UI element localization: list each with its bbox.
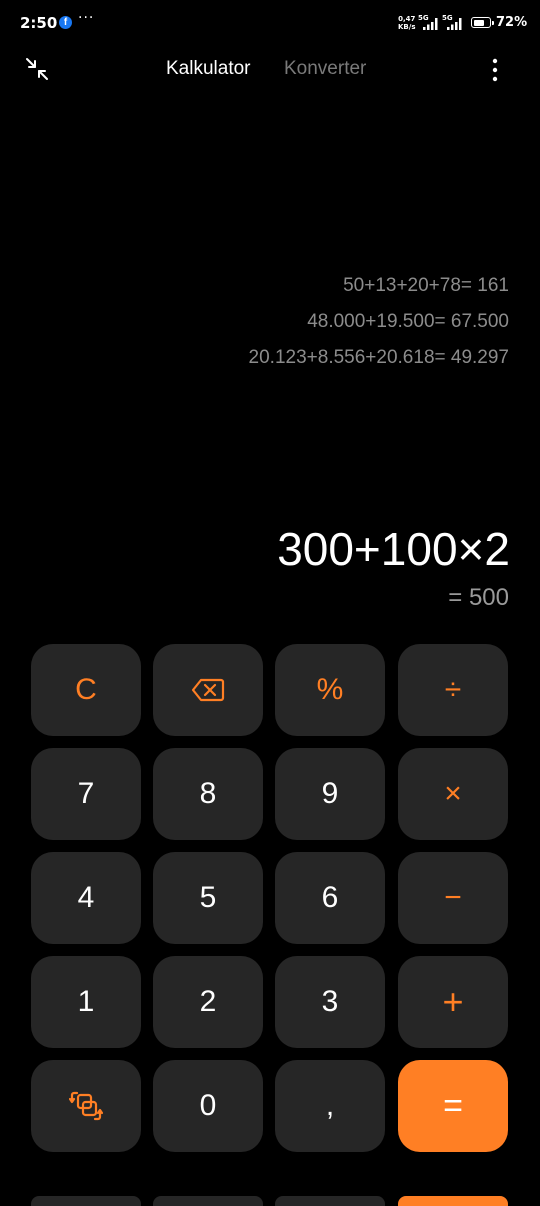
divide-button[interactable]: ÷ — [398, 644, 508, 736]
digit-0-button[interactable]: 0 — [153, 1060, 263, 1152]
calculation-history: 50+13+20+78= 161 48.000+19.500= 67.500 2… — [249, 270, 509, 378]
signal-bars-icon — [423, 18, 438, 30]
battery-percent: 72% — [496, 15, 528, 30]
facebook-notification-icon: f — [59, 16, 72, 29]
more-notifications-icon: ··· — [78, 10, 95, 26]
digit-5-button[interactable]: 5 — [153, 852, 263, 944]
decimal-comma-button[interactable]: , — [275, 1060, 385, 1152]
more-vertical-icon — [492, 58, 498, 82]
tab-kalkulator[interactable]: Kalkulator — [166, 58, 251, 80]
battery-icon — [471, 17, 494, 28]
status-bar: 2:50 f ··· 0,47 KB/s 5G 5G 72% — [0, 0, 540, 46]
battery-fill — [473, 19, 484, 26]
digit-8-button[interactable]: 8 — [153, 748, 263, 840]
digit-3-button[interactable]: 3 — [275, 956, 385, 1048]
peek-key — [31, 1196, 141, 1206]
subtract-button[interactable]: − — [398, 852, 508, 944]
add-button[interactable]: + — [398, 956, 508, 1048]
digit-2-button[interactable]: 2 — [153, 956, 263, 1048]
keypad-next-row-peek — [0, 1190, 540, 1206]
status-time: 2:50 — [20, 14, 58, 32]
peek-key — [153, 1196, 263, 1206]
minimize-arrows-icon — [26, 58, 48, 80]
equals-button[interactable]: = — [398, 1060, 508, 1152]
network-speed-unit: KB/s — [398, 23, 416, 31]
backspace-icon — [191, 678, 225, 702]
swap-mode-button[interactable] — [31, 1060, 141, 1152]
digit-4-button[interactable]: 4 — [31, 852, 141, 944]
signal-strength-icon: 5G — [418, 14, 442, 30]
more-options-button[interactable] — [480, 54, 510, 86]
history-item[interactable]: 50+13+20+78= 161 — [249, 270, 509, 306]
network-speed: 0,47 KB/s — [398, 15, 415, 31]
digit-6-button[interactable]: 6 — [275, 852, 385, 944]
signal-bars-icon-2 — [447, 18, 462, 30]
digit-1-button[interactable]: 1 — [31, 956, 141, 1048]
backspace-button[interactable] — [153, 644, 263, 736]
app-header: Kalkulator Konverter — [0, 46, 540, 94]
peek-key — [398, 1196, 508, 1206]
tab-konverter[interactable]: Konverter — [284, 58, 366, 80]
digit-7-button[interactable]: 7 — [31, 748, 141, 840]
multiply-button[interactable]: × — [398, 748, 508, 840]
history-item[interactable]: 20.123+8.556+20.618= 49.297 — [249, 342, 509, 378]
clear-button[interactable]: C — [31, 644, 141, 736]
history-item[interactable]: 48.000+19.500= 67.500 — [249, 306, 509, 342]
swap-mode-icon — [69, 1091, 103, 1121]
minimize-button[interactable] — [22, 54, 54, 86]
signal-strength-icon-2: 5G — [442, 14, 466, 30]
result-preview: = 500 — [448, 584, 509, 611]
network-speed-value: 0,47 — [398, 15, 416, 23]
expression-display: 300+100×2 — [277, 523, 510, 575]
peek-key — [275, 1196, 385, 1206]
battery-nub — [492, 20, 494, 25]
percent-button[interactable]: % — [275, 644, 385, 736]
digit-9-button[interactable]: 9 — [275, 748, 385, 840]
